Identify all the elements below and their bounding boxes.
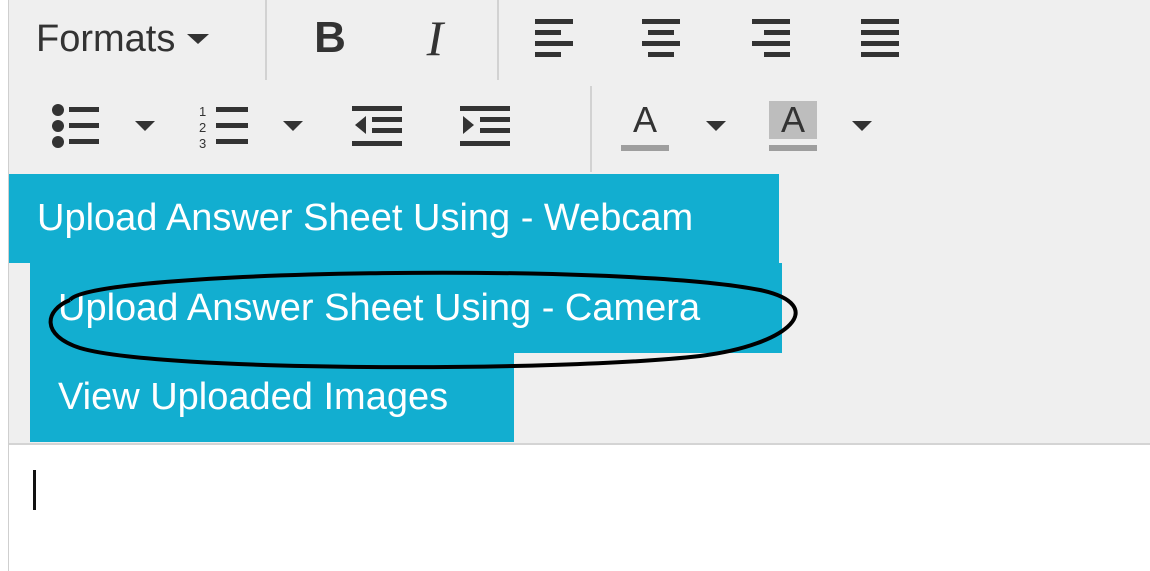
align-center-button[interactable] <box>641 12 681 64</box>
chevron-down-icon <box>135 121 155 131</box>
italic-button[interactable]: I <box>415 10 455 66</box>
toolbar-divider <box>9 443 1150 445</box>
menu-item-upload-webcam[interactable]: Upload Answer Sheet Using - Webcam <box>9 174 779 263</box>
svg-text:1: 1 <box>199 104 206 119</box>
indent-icon <box>460 106 510 146</box>
align-center-icon <box>642 19 680 57</box>
background-color-swatch <box>769 145 817 151</box>
menu-item-upload-camera[interactable]: Upload Answer Sheet Using - Camera <box>30 263 782 353</box>
menu-item-label: View Uploaded Images <box>58 376 449 418</box>
outdent-icon <box>352 106 402 146</box>
bullet-list-icon <box>52 104 99 148</box>
svg-text:3: 3 <box>199 136 206 149</box>
align-justify-icon <box>861 19 899 57</box>
text-color-button[interactable]: A <box>620 96 670 156</box>
formats-dropdown[interactable]: Formats <box>36 14 236 64</box>
bullet-list-dropdown[interactable] <box>134 96 156 156</box>
numbered-list-dropdown[interactable] <box>282 96 304 156</box>
numbered-list-button[interactable]: 1 2 3 <box>198 96 248 156</box>
numbered-list-icon: 1 2 3 <box>199 104 248 149</box>
italic-label: I <box>426 10 444 66</box>
align-left-button[interactable] <box>534 12 574 64</box>
chevron-down-icon <box>852 121 872 131</box>
outdent-button[interactable] <box>352 96 402 156</box>
text-cursor <box>33 470 36 510</box>
bold-label: B <box>314 13 346 62</box>
svg-text:2: 2 <box>199 120 206 135</box>
toolbar-group-separator <box>590 86 592 172</box>
background-color-label: A <box>769 101 817 139</box>
indent-button[interactable] <box>460 96 510 156</box>
menu-item-view-uploaded-images[interactable]: View Uploaded Images <box>30 353 514 442</box>
menu-item-label: Upload Answer Sheet Using - Camera <box>58 286 701 329</box>
chevron-down-icon <box>187 34 210 44</box>
background-color-button[interactable]: A <box>768 96 818 156</box>
menu-item-label: Upload Answer Sheet Using - Webcam <box>37 197 694 239</box>
text-color-dropdown[interactable] <box>705 96 727 156</box>
text-color-label: A <box>632 99 657 140</box>
align-left-icon <box>535 19 573 57</box>
toolbar-group-separator <box>497 0 499 80</box>
align-justify-button[interactable] <box>860 12 900 64</box>
chevron-down-icon <box>706 121 726 131</box>
bullet-list-button[interactable] <box>50 96 100 156</box>
rich-text-editor: Formats B I 1 2 3 A A Upload Answer Shee… <box>0 0 1150 571</box>
align-right-button[interactable] <box>751 12 791 64</box>
bold-button[interactable]: B <box>305 10 355 66</box>
background-color-dropdown[interactable] <box>851 96 873 156</box>
toolbar-group-separator <box>265 0 267 80</box>
text-color-swatch <box>621 145 669 151</box>
chevron-down-icon <box>283 121 303 131</box>
align-right-icon <box>752 19 790 57</box>
formats-label: Formats <box>36 17 176 60</box>
